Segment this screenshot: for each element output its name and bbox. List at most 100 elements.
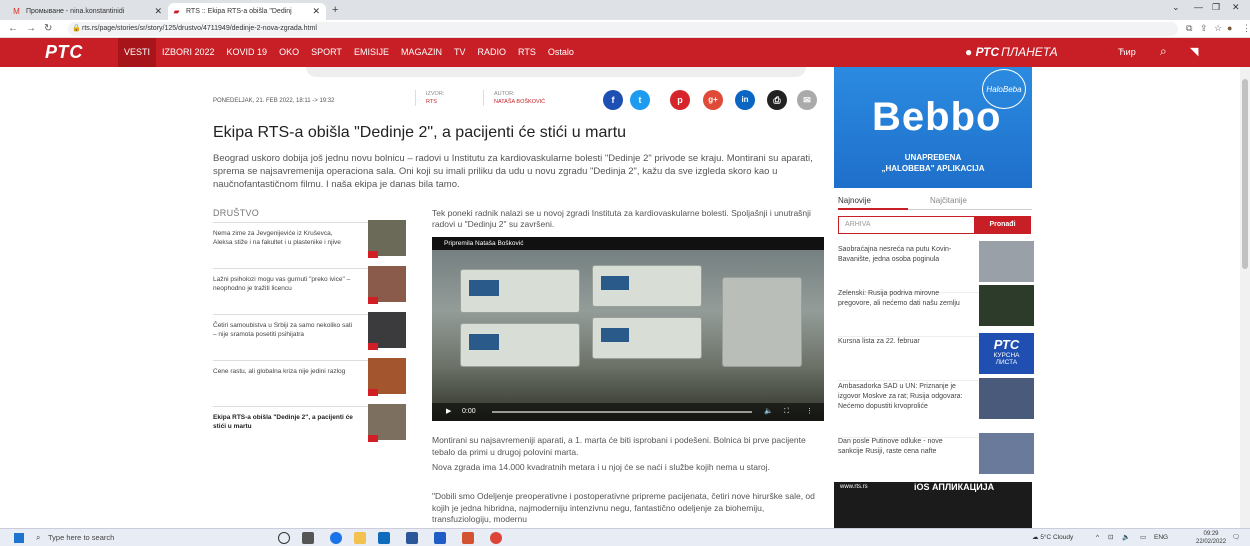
bookmark-star-icon[interactable]: ☆ bbox=[1214, 23, 1222, 34]
battery-icon[interactable]: ▭ bbox=[1140, 531, 1146, 545]
menu-item[interactable]: MAGAZIN bbox=[395, 38, 448, 67]
weather-widget[interactable]: ☁ 5°C Cloudy bbox=[1032, 531, 1073, 545]
news-item[interactable]: Ambasadorka SAD u UN: Priznanje je izgov… bbox=[838, 378, 1034, 438]
edge-icon[interactable] bbox=[330, 532, 342, 544]
restore-icon[interactable]: ❐ bbox=[1212, 2, 1220, 13]
file-explorer-icon[interactable] bbox=[354, 532, 366, 544]
related-item-text: Nema zime za Jevgenijeviće iz Kruševca, … bbox=[213, 230, 341, 246]
minimize-icon[interactable]: — bbox=[1194, 2, 1203, 12]
news-item[interactable]: Zelenski: Rusija podriva mirovne pregovo… bbox=[838, 285, 1034, 337]
close-window-icon[interactable]: ✕ bbox=[1232, 2, 1240, 13]
archive-search: ARHIVA Pronađi bbox=[838, 216, 1031, 234]
more-menu-icon[interactable]: ⋮ bbox=[1242, 23, 1250, 34]
menu-item[interactable]: OKO bbox=[273, 38, 305, 67]
forward-arrow-icon[interactable]: → bbox=[26, 23, 36, 35]
powerpoint-icon[interactable] bbox=[462, 532, 474, 544]
related-item[interactable]: Ekipa RTS-a obišla "Dedinje 2", a pacije… bbox=[213, 404, 406, 446]
pinterest-share-icon[interactable]: p bbox=[670, 90, 690, 110]
reload-icon[interactable]: ↻ bbox=[44, 23, 52, 35]
rts-header: РТС VESTI IZBORI 2022 KOVID 19 OKO SPORT… bbox=[0, 38, 1250, 86]
news-thumbnail bbox=[979, 433, 1034, 474]
news-item[interactable]: Kursna lista za 22. februar РТС КУРСНА Л… bbox=[838, 333, 1034, 381]
task-view-icon[interactable] bbox=[302, 532, 314, 544]
related-item-text: Cene rastu, ali globalna kriza nije jedi… bbox=[213, 368, 346, 375]
rss-icon[interactable]: ◥ bbox=[1190, 45, 1198, 58]
menu-item[interactable]: KOVID 19 bbox=[221, 38, 274, 67]
menu-item[interactable]: RTS bbox=[512, 38, 542, 67]
menu-item[interactable]: VESTI bbox=[118, 38, 157, 67]
search-icon: ⌕ bbox=[36, 533, 41, 542]
find-button[interactable]: Pronađi bbox=[974, 216, 1031, 234]
language-indicator[interactable]: ENG bbox=[1154, 531, 1168, 545]
profile-avatar-icon[interactable]: ● bbox=[1227, 23, 1232, 33]
news-item[interactable]: Dan posle Putinove odluke - nove sankcij… bbox=[838, 433, 1034, 479]
menu-item-more[interactable]: Ostalo ⌄ bbox=[542, 38, 580, 86]
word-icon[interactable] bbox=[406, 532, 418, 544]
print-icon[interactable]: ⎙ bbox=[767, 90, 787, 110]
menu-item[interactable]: RADIO bbox=[471, 38, 512, 67]
rts-logo[interactable]: РТС bbox=[45, 42, 83, 63]
menu-item[interactable]: IZBORI 2022 bbox=[156, 38, 221, 67]
search-icon[interactable]: ⌕ bbox=[1160, 44, 1167, 59]
tab-most-read[interactable]: Najčitanije bbox=[930, 196, 967, 205]
bebbo-ad-banner[interactable]: HaloBeba Bebbo UNAPREĐENA „HALOBEBA" APL… bbox=[834, 67, 1032, 188]
volume-tray-icon[interactable]: 🔈 bbox=[1122, 531, 1130, 545]
linkedin-share-icon[interactable]: in bbox=[735, 90, 755, 110]
taskbar-clock[interactable]: 09:29 22/02/2022 bbox=[1196, 530, 1226, 546]
video-progress-bar[interactable] bbox=[492, 411, 752, 413]
close-tab-icon[interactable]: ✕ bbox=[312, 3, 320, 20]
tab-underline bbox=[838, 208, 1032, 210]
ad-line-1: UNAPREĐENA bbox=[904, 153, 962, 162]
taskbar-search[interactable]: ⌕ Type here to search bbox=[34, 531, 254, 545]
back-arrow-icon[interactable]: ← bbox=[8, 23, 18, 35]
article-paragraph: "Dobili smo Odeljenje preoperativne i po… bbox=[432, 491, 815, 524]
rts-planeta-logo[interactable]: ● РТС ПЛАНЕТА bbox=[965, 45, 1058, 59]
cortana-icon[interactable] bbox=[278, 532, 290, 544]
video-more-icon[interactable]: ⋮ bbox=[806, 403, 813, 421]
article-author: AUTOR: NATAŠA BOŠKOVIĆ bbox=[483, 90, 545, 106]
tab-rts[interactable]: ▰ RTS :: Ekipa RTS-a obišla "Dedinj ✕ bbox=[168, 3, 326, 20]
page-scrollbar[interactable] bbox=[1240, 67, 1250, 528]
play-icon[interactable]: ▶ bbox=[446, 403, 451, 421]
network-icon[interactable]: ⊡ bbox=[1108, 531, 1113, 545]
author-label: AUTOR: bbox=[494, 91, 515, 97]
news-thumbnail bbox=[979, 285, 1034, 326]
menu-item[interactable]: EMISIJE bbox=[348, 38, 395, 67]
related-item[interactable]: Četiri samoubistva u Srbiji za samo neko… bbox=[213, 312, 406, 354]
source-value[interactable]: RTS bbox=[426, 98, 444, 106]
chrome-icon[interactable] bbox=[490, 532, 502, 544]
related-section-title[interactable]: DRUŠTVO bbox=[213, 208, 259, 218]
url-bar[interactable]: 🔒 rts.rs/page/stories/sr/story/125/drust… bbox=[68, 22, 1178, 36]
article-paragraph: Tek poneki radnik nalazi se u novoj zgra… bbox=[432, 208, 811, 229]
video-player[interactable]: Pripremila Nataša Bošković ▶ 0:00 🔈 ⛶ ⋮ bbox=[432, 237, 824, 421]
author-value[interactable]: NATAŠA BOŠKOVIĆ bbox=[494, 98, 545, 106]
translate-icon[interactable]: ⧉ bbox=[1186, 23, 1192, 34]
outlook-icon[interactable] bbox=[434, 532, 446, 544]
scrollbar-thumb[interactable] bbox=[1242, 79, 1248, 269]
script-toggle[interactable]: Ћир bbox=[1118, 47, 1136, 57]
facebook-share-icon[interactable]: f bbox=[603, 90, 623, 110]
tray-chevron-icon[interactable]: ^ bbox=[1096, 531, 1099, 545]
store-icon[interactable] bbox=[378, 532, 390, 544]
volume-icon[interactable]: 🔈 bbox=[764, 403, 773, 421]
menu-item[interactable]: TV bbox=[448, 38, 472, 67]
menu-item[interactable]: SPORT bbox=[305, 38, 348, 67]
archive-input[interactable]: ARHIVA bbox=[845, 217, 871, 233]
tab-gmail[interactable]: M Промыване - nina.konstantinidi ✕ bbox=[8, 3, 168, 20]
infusion-pump-image bbox=[592, 317, 702, 359]
tab-latest[interactable]: Najnovije bbox=[838, 196, 871, 205]
google-plus-share-icon[interactable]: g+ bbox=[703, 90, 723, 110]
twitter-share-icon[interactable]: t bbox=[630, 90, 650, 110]
notifications-icon[interactable]: 🗨 bbox=[1232, 531, 1240, 545]
email-share-icon[interactable]: ✉ bbox=[797, 90, 817, 110]
windows-start-icon[interactable] bbox=[14, 533, 24, 543]
new-tab-icon[interactable]: + bbox=[332, 3, 338, 17]
related-item[interactable]: Nema zime za Jevgenijeviće iz Kruševca, … bbox=[213, 220, 406, 262]
chevron-down-icon[interactable]: ⌄ bbox=[1172, 2, 1180, 13]
related-item[interactable]: Lažni psiholozi mogu vas gurnuti "preko … bbox=[213, 266, 406, 308]
related-item[interactable]: Cene rastu, ali globalna kriza nije jedi… bbox=[213, 358, 406, 400]
close-tab-icon[interactable]: ✕ bbox=[154, 3, 162, 20]
fullscreen-icon[interactable]: ⛶ bbox=[784, 403, 789, 421]
ios-app-banner[interactable]: www.rts.rs iOS АПЛИКАЦИЈА bbox=[834, 482, 1032, 528]
share-icon[interactable]: ⇪ bbox=[1200, 23, 1208, 34]
